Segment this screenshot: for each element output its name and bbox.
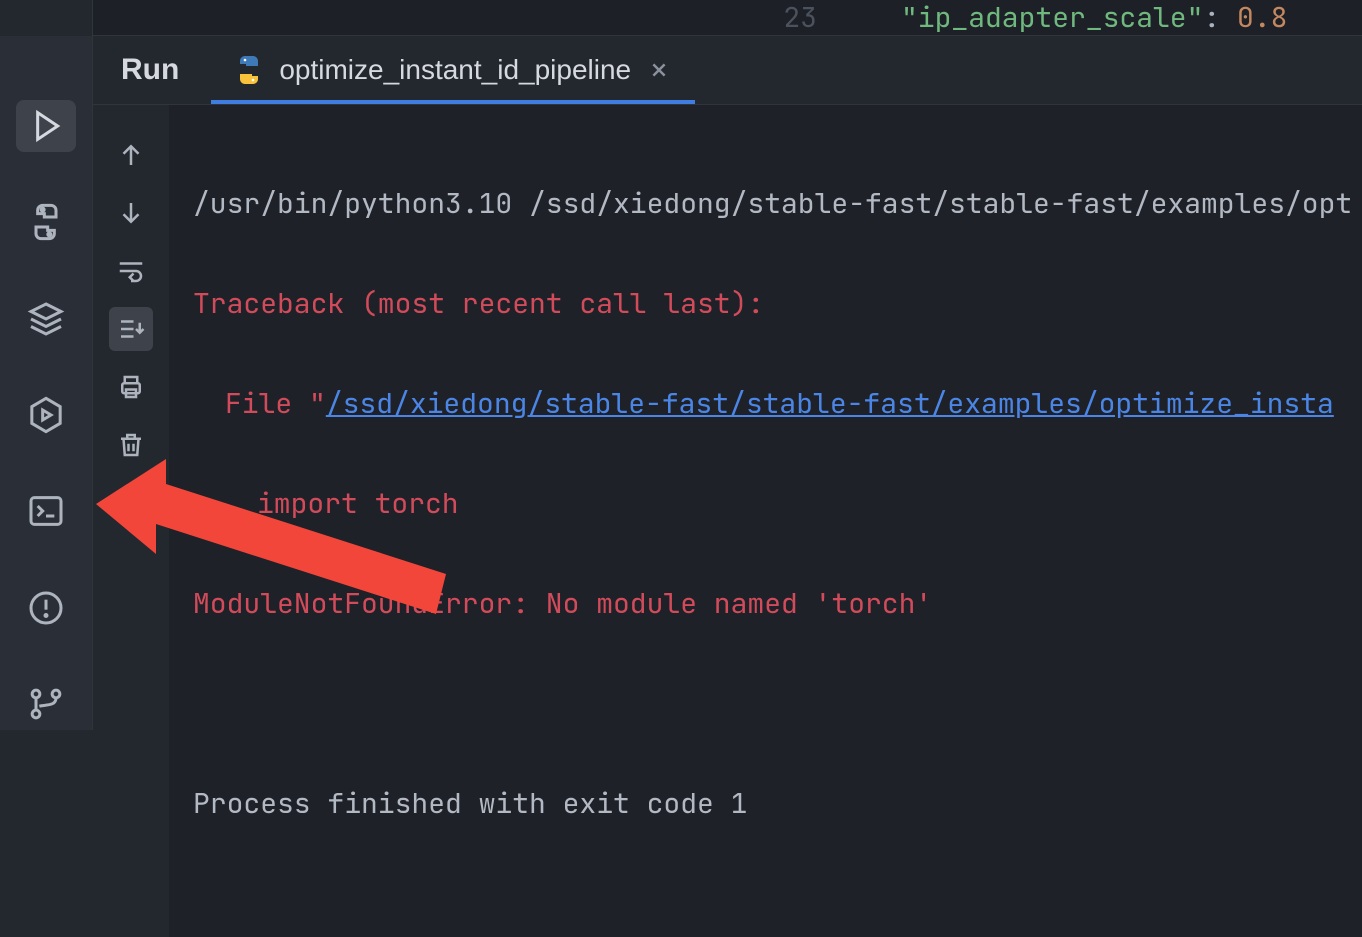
console-line-blank <box>193 679 1354 729</box>
run-config-tab[interactable]: optimize_instant_id_pipeline <box>211 40 695 104</box>
editor-code-line[interactable]: "ip_adapter_scale": 0.8 <box>831 0 1362 35</box>
console-line-file: File "/ssd/xiedong/stable-fast/stable-fa… <box>193 379 1354 429</box>
scroll-end-icon <box>116 314 146 344</box>
editor-gutter: 23 <box>93 0 831 35</box>
trash-icon <box>116 430 146 460</box>
editor-sliver: 23 "ip_adapter_scale": 0.8 <box>92 0 1362 36</box>
close-tab-button[interactable] <box>645 56 673 84</box>
console-line-command: /usr/bin/python3.10 /ssd/xiedong/stable-… <box>193 179 1354 229</box>
terminal-icon <box>26 491 66 531</box>
terminal-tool-button[interactable] <box>16 485 76 537</box>
console-output[interactable]: /usr/bin/python3.10 /ssd/xiedong/stable-… <box>169 105 1362 937</box>
layers-icon <box>26 299 66 339</box>
problems-tool-button[interactable] <box>16 581 76 633</box>
console-line-exit: Process finished with exit code 1 <box>193 779 1354 829</box>
run-panel-body: /usr/bin/python3.10 /ssd/xiedong/stable-… <box>93 105 1362 937</box>
token-number: 0.8 <box>1237 0 1287 35</box>
console-line-error: ModuleNotFoundError: No module named 'to… <box>193 579 1354 629</box>
scroll-top-button[interactable] <box>109 133 153 177</box>
console-line-import: import torch <box>193 479 1354 529</box>
python-console-button[interactable] <box>16 196 76 248</box>
python-icon <box>233 54 265 86</box>
scroll-to-end-button[interactable] <box>109 307 153 351</box>
arrow-down-icon <box>116 198 146 228</box>
clear-button[interactable] <box>109 423 153 467</box>
close-icon <box>650 61 668 79</box>
git-branch-icon <box>26 684 66 724</box>
python-mono-icon <box>26 202 66 242</box>
vcs-tool-button[interactable] <box>16 678 76 730</box>
console-gutter <box>93 105 169 937</box>
print-button[interactable] <box>109 365 153 409</box>
file-prefix: File " <box>225 385 326 422</box>
warning-circle-icon <box>26 588 66 628</box>
layers-tool-button[interactable] <box>16 293 76 345</box>
run-panel-title: Run <box>93 53 211 87</box>
wrap-icon <box>116 256 146 286</box>
token-punc: : <box>1203 0 1237 35</box>
hex-play-icon <box>26 395 66 435</box>
file-link[interactable]: /ssd/xiedong/stable-fast/stable-fast/exa… <box>326 385 1334 422</box>
services-tool-button[interactable] <box>16 389 76 441</box>
scroll-bottom-button[interactable] <box>109 191 153 235</box>
arrow-up-icon <box>116 140 146 170</box>
print-icon <box>116 372 146 402</box>
console-line-traceback: Traceback (most recent call last): <box>193 279 1354 329</box>
soft-wrap-button[interactable] <box>109 249 153 293</box>
editor-line-number: 23 <box>783 0 817 36</box>
run-panel-header: Run optimize_instant_id_pipeline <box>93 36 1362 105</box>
run-tool-button[interactable] <box>16 100 76 152</box>
play-icon <box>26 106 66 146</box>
run-panel: Run optimize_instant_id_pipeline <box>92 36 1362 730</box>
left-tool-strip <box>0 36 92 730</box>
run-config-tab-label: optimize_instant_id_pipeline <box>279 54 631 86</box>
token-string-key: "ip_adapter_scale" <box>901 0 1203 35</box>
